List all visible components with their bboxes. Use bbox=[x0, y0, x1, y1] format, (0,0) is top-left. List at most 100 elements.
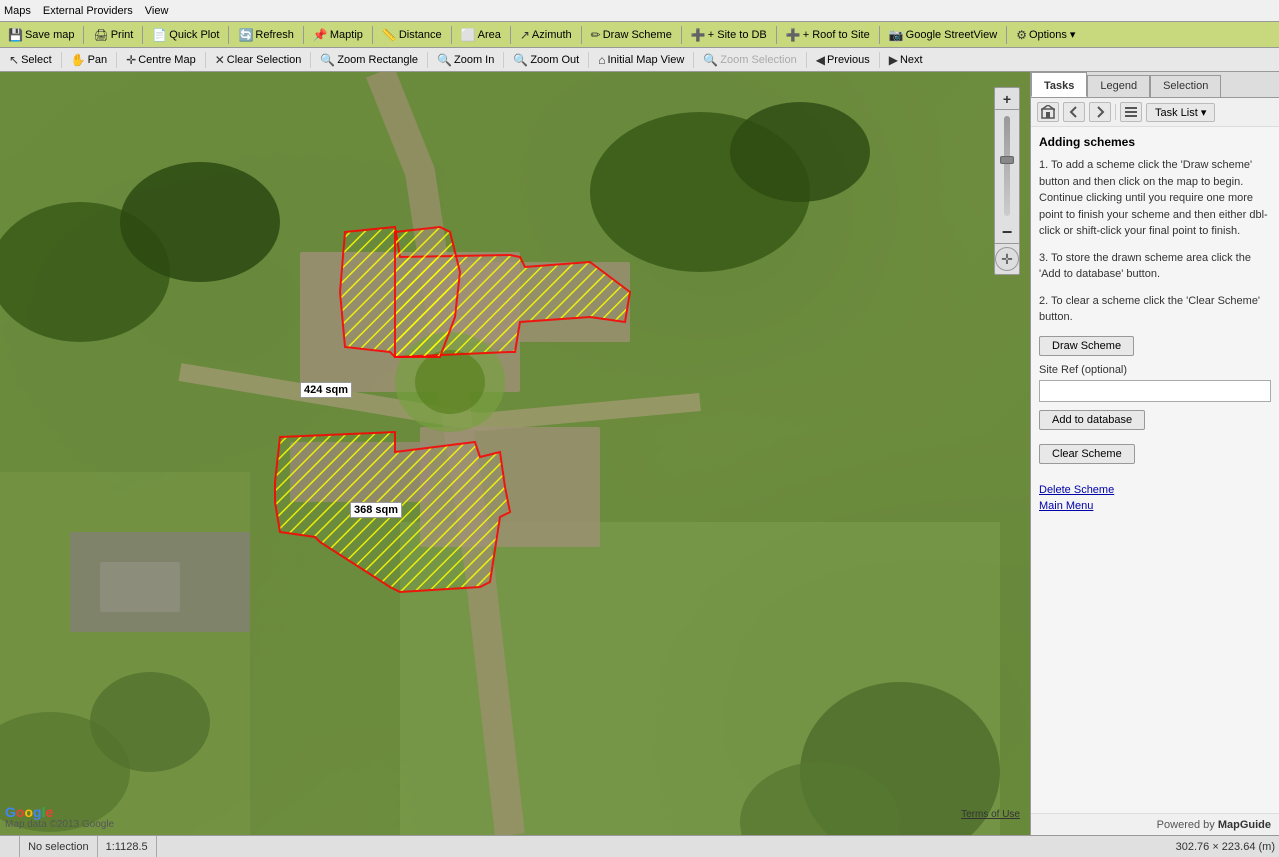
panel-tb-sep bbox=[1115, 104, 1116, 120]
panel-instructions-step2: 2. To clear a scheme click the 'Clear Sc… bbox=[1039, 293, 1271, 326]
quick-plot-button[interactable]: 📄 Quick Plot bbox=[146, 25, 225, 45]
panel-toolbar: Task List ▾ bbox=[1031, 98, 1279, 127]
roof-to-site-button[interactable]: ➕ + Roof to Site bbox=[780, 25, 876, 45]
tab-selection[interactable]: Selection bbox=[1150, 75, 1221, 97]
tab-legend[interactable]: Legend bbox=[1087, 75, 1150, 97]
tab-tasks[interactable]: Tasks bbox=[1031, 72, 1087, 97]
tb-sep-9 bbox=[681, 26, 682, 44]
list-icon bbox=[1124, 105, 1138, 119]
refresh-button[interactable]: 🔄 Refresh bbox=[232, 25, 299, 45]
status-selection: No selection bbox=[20, 836, 98, 857]
azimuth-icon: ↗ bbox=[520, 28, 530, 42]
google-streetview-icon: 📷 bbox=[889, 28, 904, 42]
tb2-sep-9 bbox=[806, 52, 807, 68]
main-area: 424 sqm 368 sqm + − ✛ Google Map data ©2… bbox=[0, 72, 1279, 835]
zoom-in-label: Zoom In bbox=[454, 54, 494, 66]
area-icon: ⬜ bbox=[461, 28, 476, 42]
tb-sep-6 bbox=[451, 26, 452, 44]
zoom-handle[interactable] bbox=[1000, 156, 1014, 164]
pan-label: Pan bbox=[88, 54, 108, 66]
panel-home-button[interactable] bbox=[1037, 102, 1059, 122]
maptip-button[interactable]: 📌 Maptip bbox=[307, 25, 369, 45]
draw-scheme-icon: ✏ bbox=[591, 28, 601, 42]
terms-link[interactable]: Terms of Use bbox=[961, 809, 1020, 820]
zoom-controls: + − ✛ bbox=[994, 87, 1020, 275]
delete-scheme-link[interactable]: Delete Scheme bbox=[1039, 484, 1271, 496]
pan-icon: ✋ bbox=[71, 53, 86, 67]
site-ref-input[interactable] bbox=[1039, 380, 1271, 402]
distance-button[interactable]: 📏 Distance bbox=[376, 25, 448, 45]
status-scale: 1: 1128.5 bbox=[98, 836, 157, 857]
zoom-in-icon: 🔍 bbox=[437, 53, 452, 67]
zoom-rectangle-button[interactable]: 🔍 Zoom Rectangle bbox=[313, 50, 425, 70]
centre-map-label: Centre Map bbox=[138, 54, 195, 66]
maptip-label: Maptip bbox=[330, 29, 363, 41]
status-scale-prefix: 1: bbox=[106, 841, 115, 853]
panel-content: Adding schemes 1. To add a scheme click … bbox=[1031, 127, 1279, 813]
next-icon: ▶ bbox=[889, 53, 898, 67]
roof-to-site-label: + Roof to Site bbox=[803, 29, 870, 41]
tb-sep-11 bbox=[879, 26, 880, 44]
powered-by-label: Powered by bbox=[1157, 819, 1215, 831]
tb-sep-4 bbox=[303, 26, 304, 44]
menu-maps[interactable]: Maps bbox=[4, 5, 31, 17]
tb-sep-8 bbox=[581, 26, 582, 44]
maptip-icon: 📌 bbox=[313, 28, 328, 42]
menu-bar: Maps External Providers View bbox=[0, 0, 1279, 22]
toolbar-row1: 💾 Save map 🖨 Print 📄 Quick Plot 🔄 Refres… bbox=[0, 22, 1279, 48]
tb2-sep-5 bbox=[427, 52, 428, 68]
zoom-rectangle-icon: 🔍 bbox=[320, 53, 335, 67]
add-to-db-button[interactable]: Add to database bbox=[1039, 410, 1145, 430]
zoom-slider[interactable] bbox=[1004, 116, 1010, 216]
save-map-button[interactable]: 💾 Save map bbox=[2, 25, 80, 45]
previous-button[interactable]: ◀ Previous bbox=[809, 50, 877, 70]
panel-instructions-step1: 1. To add a scheme click the 'Draw schem… bbox=[1039, 157, 1271, 240]
select-label: Select bbox=[21, 54, 52, 66]
draw-scheme-panel-button[interactable]: Draw Scheme bbox=[1039, 336, 1134, 356]
zoom-out-button[interactable]: 🔍 Zoom Out bbox=[506, 50, 586, 70]
menu-external-providers[interactable]: External Providers bbox=[43, 5, 133, 17]
distance-icon: 📏 bbox=[382, 28, 397, 42]
panel-section-title: Adding schemes bbox=[1039, 135, 1271, 149]
status-bar: No selection 1: 1128.5 302.76 × 223.64 (… bbox=[0, 835, 1279, 857]
tb-sep-12 bbox=[1006, 26, 1007, 44]
status-selection-text: No selection bbox=[28, 841, 89, 853]
print-button[interactable]: 🖨 Print bbox=[87, 25, 139, 45]
refresh-label: Refresh bbox=[255, 29, 294, 41]
print-icon: 🖨 bbox=[93, 28, 108, 42]
zoom-plus-button[interactable]: + bbox=[995, 88, 1019, 110]
azimuth-button[interactable]: ↗ Azimuth bbox=[514, 25, 578, 45]
back-icon bbox=[1067, 105, 1081, 119]
area-button[interactable]: ⬜ Area bbox=[455, 25, 507, 45]
menu-view[interactable]: View bbox=[145, 5, 169, 17]
options-icon: ⚙ bbox=[1016, 28, 1027, 42]
clear-scheme-panel-button[interactable]: Clear Scheme bbox=[1039, 444, 1135, 464]
zoom-rectangle-label: Zoom Rectangle bbox=[337, 54, 418, 66]
pan-button[interactable]: ✋ Pan bbox=[64, 50, 115, 70]
site-to-db-button[interactable]: ➕ + Site to DB bbox=[685, 25, 773, 45]
refresh-icon: 🔄 bbox=[238, 28, 253, 42]
home-icon bbox=[1041, 105, 1055, 119]
centre-map-button[interactable]: ✛ Centre Map bbox=[119, 50, 203, 70]
panel-forward-button[interactable] bbox=[1089, 102, 1111, 122]
map-area[interactable]: 424 sqm 368 sqm + − ✛ Google Map data ©2… bbox=[0, 72, 1030, 835]
draw-scheme-button[interactable]: ✏ Draw Scheme bbox=[585, 25, 678, 45]
initial-map-view-button[interactable]: ⌂ Initial Map View bbox=[591, 50, 691, 70]
zoom-in-button[interactable]: 🔍 Zoom In bbox=[430, 50, 501, 70]
task-list-button[interactable]: Task List ▾ bbox=[1146, 103, 1215, 122]
clear-selection-button[interactable]: ✕ Clear Selection bbox=[208, 50, 309, 70]
tb-sep-5 bbox=[372, 26, 373, 44]
zoom-minus-button[interactable]: − bbox=[995, 222, 1019, 244]
zoom-selection-button[interactable]: 🔍 Zoom Selection bbox=[696, 50, 803, 70]
main-menu-link[interactable]: Main Menu bbox=[1039, 500, 1271, 512]
zoom-selection-icon: 🔍 bbox=[703, 53, 718, 67]
tb2-sep-8 bbox=[693, 52, 694, 68]
google-streetview-button[interactable]: 📷 Google StreetView bbox=[883, 25, 1003, 45]
next-button[interactable]: ▶ Next bbox=[882, 50, 930, 70]
panel-back-button[interactable] bbox=[1063, 102, 1085, 122]
pan-control[interactable]: ✛ bbox=[995, 247, 1019, 271]
select-button[interactable]: ↖ Select bbox=[2, 50, 59, 70]
tb-sep-10 bbox=[776, 26, 777, 44]
print-label: Print bbox=[111, 29, 134, 41]
options-button[interactable]: ⚙ Options ▾ bbox=[1010, 25, 1081, 45]
